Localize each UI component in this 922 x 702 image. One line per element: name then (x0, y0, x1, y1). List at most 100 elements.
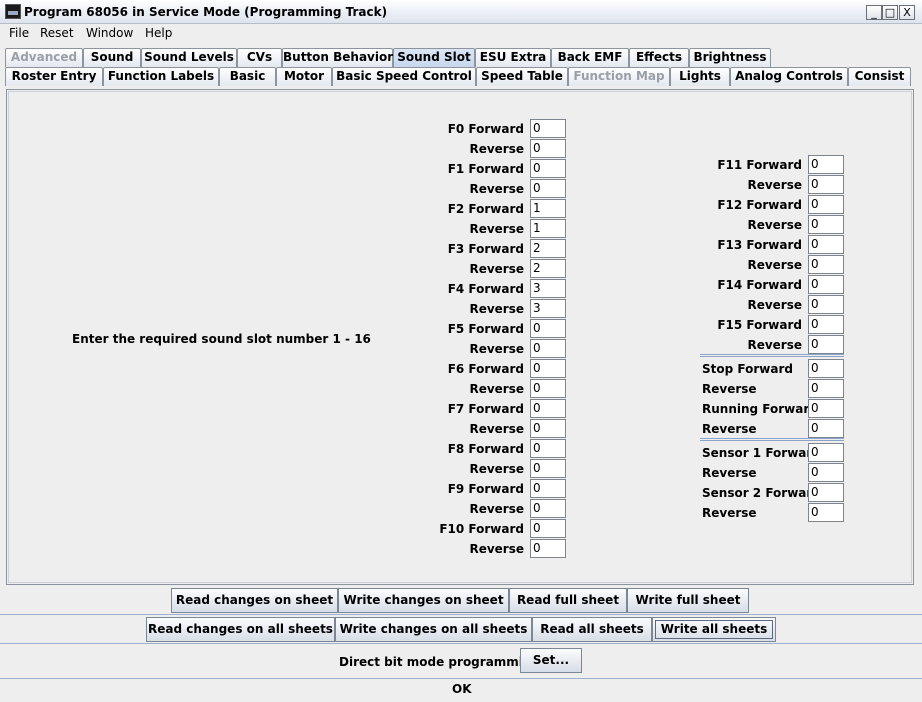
left_fields-field-f4-forward-8[interactable]: 3 (530, 279, 566, 298)
left_fields-field-f2-forward-4[interactable]: 1 (530, 199, 566, 218)
left_fields-label-18: F9 Forward (447, 482, 524, 496)
left_fields-label-9: Reverse (469, 302, 524, 316)
left_fields-field-reverse-5[interactable]: 1 (530, 219, 566, 238)
right_fields-field-f15-forward-8[interactable]: 0 (808, 315, 844, 334)
left_fields-field-reverse-13[interactable]: 0 (530, 379, 566, 398)
tab-basic-speed-control[interactable]: Basic Speed Control (332, 67, 476, 86)
menu-file[interactable]: File (9, 26, 29, 40)
left_fields-field-reverse-17[interactable]: 0 (530, 459, 566, 478)
tab-esu-extra[interactable]: ESU Extra (475, 48, 551, 67)
tab-analog-controls[interactable]: Analog Controls (730, 67, 848, 86)
left_fields-label-4: F2 Forward (447, 202, 524, 216)
read-changes-on-sheet-button[interactable]: Read changes on sheet (171, 588, 338, 613)
write-changes-on-all-sheets-button[interactable]: Write changes on all sheets (335, 617, 532, 642)
left_fields-label-2: F1 Forward (447, 162, 524, 176)
left_fields-label-12: F6 Forward (447, 362, 524, 376)
tab-button-behavior[interactable]: Button Behavior (282, 48, 393, 67)
right_fields-label-3: Reverse (747, 218, 802, 232)
minimize-button[interactable]: _ (866, 5, 882, 20)
left_fields-field-reverse-15[interactable]: 0 (530, 419, 566, 438)
tab-sound-slot[interactable]: Sound Slot (393, 48, 475, 67)
tab-brightness[interactable]: Brightness (689, 48, 771, 67)
tab-function-labels[interactable]: Function Labels (103, 67, 219, 86)
tab-sound[interactable]: Sound (83, 48, 141, 67)
sensor_fields-field-sensor-2-forward-2[interactable]: 0 (808, 483, 844, 502)
right_fields-label-9: Reverse (747, 338, 802, 352)
left_fields-field-reverse-3[interactable]: 0 (530, 179, 566, 198)
left_fields-field-f5-forward-10[interactable]: 0 (530, 319, 566, 338)
tab-lights[interactable]: Lights (670, 67, 730, 86)
right_fields-field-f12-forward-2[interactable]: 0 (808, 195, 844, 214)
read-changes-on-all-sheets-button[interactable]: Read changes on all sheets (146, 617, 335, 642)
tab-advanced[interactable]: Advanced (5, 48, 83, 67)
tab-consist[interactable]: Consist (848, 67, 911, 86)
left_fields-field-f9-forward-18[interactable]: 0 (530, 479, 566, 498)
tab-motor[interactable]: Motor (276, 67, 332, 86)
left_fields-label-5: Reverse (469, 222, 524, 236)
right_fields-label-8: F15 Forward (717, 318, 802, 332)
right_fields-field-reverse-9[interactable]: 0 (808, 335, 844, 354)
write-all-sheets-button[interactable]: Write all sheets (652, 617, 776, 642)
stop_running_fields-field-stop-forward-0[interactable]: 0 (808, 359, 844, 378)
right_fields-field-f13-forward-4[interactable]: 0 (808, 235, 844, 254)
tab-effects[interactable]: Effects (629, 48, 689, 67)
read-full-sheet-button[interactable]: Read full sheet (509, 588, 627, 613)
left_fields-field-f10-forward-20[interactable]: 0 (530, 519, 566, 538)
stop_running_fields-label-3: Reverse (702, 422, 757, 436)
sensor_fields-field-reverse-3[interactable]: 0 (808, 503, 844, 522)
sensor_fields-label-3: Reverse (702, 506, 757, 520)
left_fields-field-f3-forward-6[interactable]: 2 (530, 239, 566, 258)
right_fields-field-f14-forward-6[interactable]: 0 (808, 275, 844, 294)
sensor_fields-field-reverse-1[interactable]: 0 (808, 463, 844, 482)
stop_running_fields-field-reverse-3[interactable]: 0 (808, 419, 844, 438)
maximize-button[interactable]: □ (882, 5, 898, 20)
left_fields-field-f6-forward-12[interactable]: 0 (530, 359, 566, 378)
left_fields-field-reverse-11[interactable]: 0 (530, 339, 566, 358)
right_fields-field-reverse-5[interactable]: 0 (808, 255, 844, 274)
read-all-sheets-button[interactable]: Read all sheets (532, 617, 652, 642)
tab-back-emf[interactable]: Back EMF (551, 48, 629, 67)
right_fields-label-5: Reverse (747, 258, 802, 272)
separator-1 (700, 354, 844, 357)
right_fields-field-reverse-1[interactable]: 0 (808, 175, 844, 194)
right_fields-field-f11-forward-0[interactable]: 0 (808, 155, 844, 174)
left_fields-label-17: Reverse (469, 462, 524, 476)
stop_running_fields-field-running-forward-2[interactable]: 0 (808, 399, 844, 418)
menu-window[interactable]: Window (86, 26, 133, 40)
tab-speed-table[interactable]: Speed Table (476, 67, 568, 86)
window-title: Program 68056 in Service Mode (Programmi… (24, 5, 388, 19)
right_fields-label-0: F11 Forward (717, 158, 802, 172)
stop_running_fields-field-reverse-1[interactable]: 0 (808, 379, 844, 398)
write-changes-on-sheet-button[interactable]: Write changes on sheet (338, 588, 509, 613)
left_fields-field-reverse-7[interactable]: 2 (530, 259, 566, 278)
title-bar[interactable]: Program 68056 in Service Mode (Programmi… (0, 0, 922, 24)
programming-mode-label: Direct bit mode programming (339, 655, 541, 669)
left_fields-field-f7-forward-14[interactable]: 0 (530, 399, 566, 418)
menu-reset[interactable]: Reset (40, 26, 74, 40)
left_fields-field-reverse-1[interactable]: 0 (530, 139, 566, 158)
tab-sound-levels[interactable]: Sound Levels (141, 48, 237, 67)
sensor_fields-field-sensor-1-forward-0[interactable]: 0 (808, 443, 844, 462)
instruction-text: Enter the required sound slot number 1 -… (72, 332, 371, 346)
tab-cvs[interactable]: CVs (237, 48, 282, 67)
right_fields-field-reverse-3[interactable]: 0 (808, 215, 844, 234)
menu-help[interactable]: Help (145, 26, 172, 40)
left_fields-label-14: F7 Forward (447, 402, 524, 416)
right_fields-label-4: F13 Forward (717, 238, 802, 252)
tab-basic[interactable]: Basic (219, 67, 276, 86)
tab-function-map[interactable]: Function Map (568, 67, 670, 86)
stop_running_fields-label-0: Stop Forward (702, 362, 793, 376)
left_fields-label-8: F4 Forward (447, 282, 524, 296)
close-button[interactable]: X (899, 5, 915, 20)
right_fields-field-reverse-7[interactable]: 0 (808, 295, 844, 314)
left_fields-field-reverse-9[interactable]: 3 (530, 299, 566, 318)
left_fields-field-f1-forward-2[interactable]: 0 (530, 159, 566, 178)
left_fields-field-f0-forward-0[interactable]: 0 (530, 119, 566, 138)
set-mode-button[interactable]: Set... (520, 648, 582, 673)
left_fields-field-reverse-19[interactable]: 0 (530, 499, 566, 518)
left_fields-field-reverse-21[interactable]: 0 (530, 539, 566, 558)
left_fields-field-f8-forward-16[interactable]: 0 (530, 439, 566, 458)
right_fields-label-1: Reverse (747, 178, 802, 192)
write-full-sheet-button[interactable]: Write full sheet (627, 588, 749, 613)
tab-roster-entry[interactable]: Roster Entry (5, 67, 103, 86)
